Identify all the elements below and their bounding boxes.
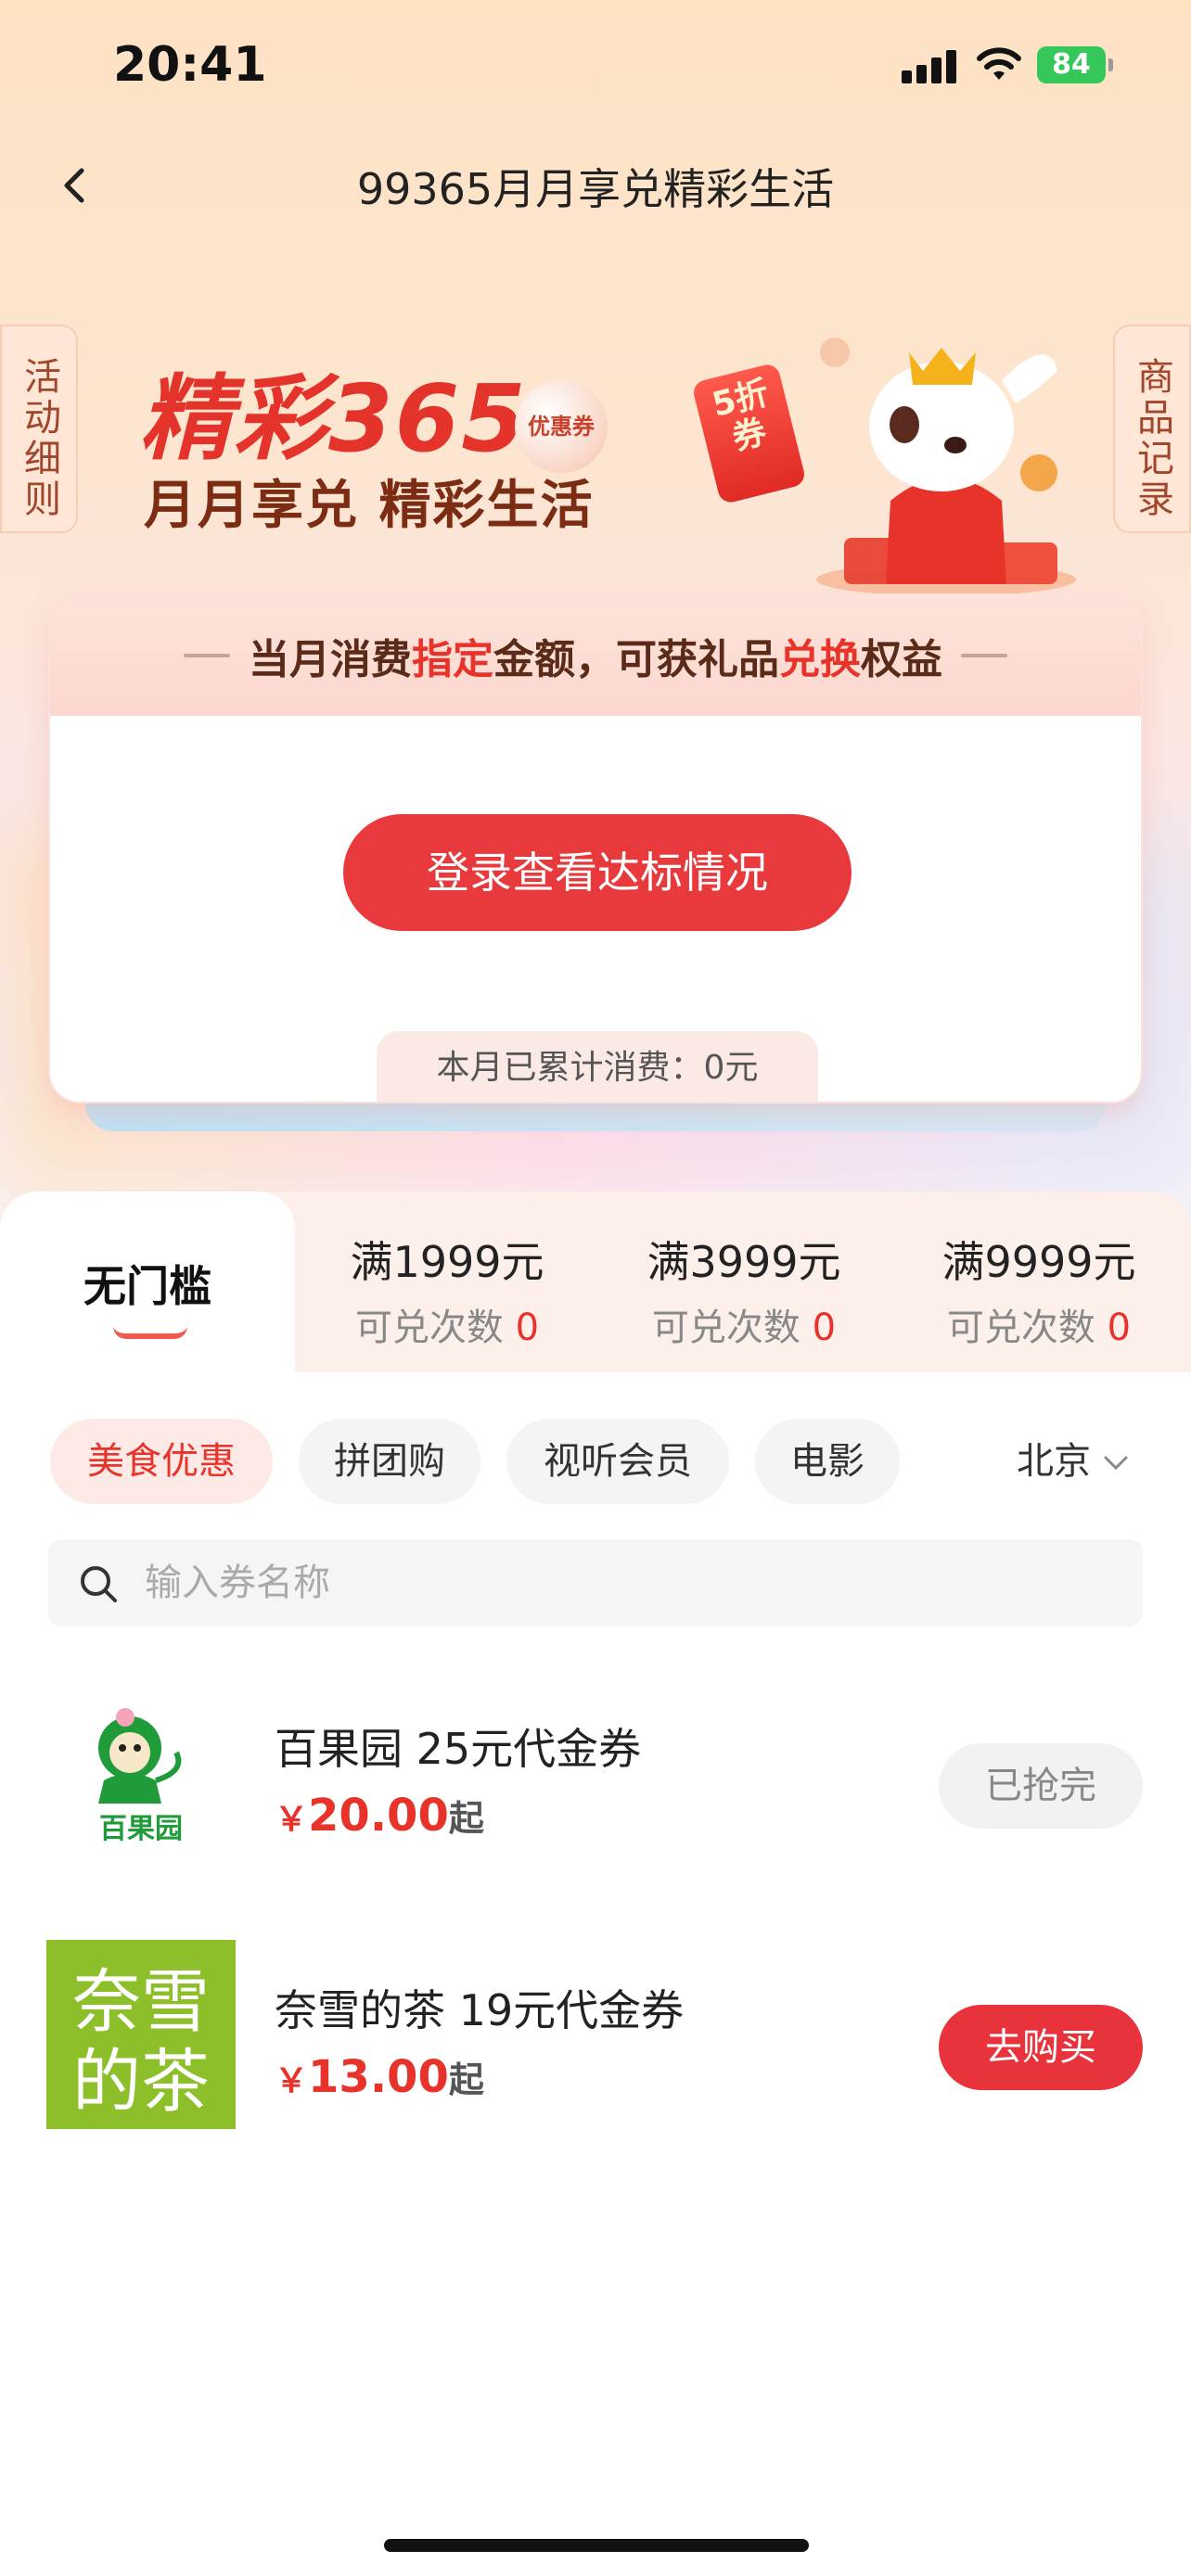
coupon-name: 百果园 25元代金券 [275, 1724, 642, 1774]
activity-rules-tab[interactable]: 活动细则 [0, 325, 78, 533]
status-time: 20:41 [113, 37, 267, 93]
tier-label: 满1999元 [350, 1237, 544, 1287]
coupon-price: ￥20.00起 [275, 1790, 484, 1842]
tier-label: 满3999元 [647, 1237, 841, 1287]
city-label: 北京 [1017, 1440, 1091, 1483]
category-chip-video-membership[interactable]: 视听会员 [506, 1419, 729, 1504]
cellular-signal-icon [902, 48, 959, 83]
tier-tab-label: 无门槛 [83, 1261, 211, 1311]
discount-coupon-tag: 5折券 [691, 362, 807, 505]
home-indicator[interactable] [384, 2539, 809, 2552]
coupon-bubble: 优惠券 [515, 380, 608, 473]
wifi-icon [977, 47, 1021, 80]
coupon-list-section: 美食优惠 拼团购 视听会员 电影 北京 百果园 百果园 25元代金券 ￥20 [0, 1372, 1191, 2576]
status-card: 当月消费指定金额，可获礼品兑换权益 登录查看达标情况 本月已累计消费：0元 [48, 593, 1143, 1103]
login-check-button[interactable]: 登录查看达标情况 [343, 814, 852, 931]
product-records-tab[interactable]: 商品记录 [1113, 325, 1191, 533]
svg-text:百果园: 百果园 [99, 1813, 183, 1845]
tier-count: 可兑次数 0 [946, 1307, 1132, 1349]
promo-banner: 精彩365 优惠券 月月享兑 精彩生活 5折券 [0, 278, 1191, 593]
chevron-down-icon [1104, 1456, 1128, 1471]
page-title: 99365月月享兑精彩生活 [356, 164, 835, 214]
coupon-item-nayuki: 奈雪 的茶 奈雪的茶 19元代金券 ￥13.00起 去购买 [0, 1940, 1191, 2153]
category-chip-movie[interactable]: 电影 [755, 1419, 900, 1504]
city-selector[interactable]: 北京 [1017, 1419, 1130, 1504]
category-chip-group-buy[interactable]: 拼团购 [299, 1419, 480, 1504]
status-bar: 20:41 84 [0, 0, 1191, 139]
tier-tab-1999[interactable]: 满1999元 可兑次数 0 [308, 1229, 586, 1351]
tier-tabs: 无门槛 满1999元 可兑次数 0 满3999元 可兑次数 0 满9999元 可… [0, 1192, 1191, 1377]
coupon-item-baiguoyuan: 百果园 百果园 25元代金券 ￥20.00起 已抢完 [0, 1678, 1191, 1892]
monthly-consumption-text: 本月已累计消费：0元 [377, 1031, 818, 1102]
tier-tab-3999[interactable]: 满3999元 可兑次数 0 [605, 1229, 883, 1351]
card-header: 当月消费指定金额，可获礼品兑换权益 [50, 595, 1141, 716]
active-tab-indicator [113, 1326, 187, 1339]
svg-text:奈雪: 奈雪 [72, 1962, 210, 2042]
svg-text:的茶: 的茶 [72, 2042, 210, 2122]
monkey-logo-icon: 百果园 [98, 1708, 183, 1845]
battery-icon: 84 [1037, 46, 1113, 83]
nayuki-logo-icon: 奈雪 的茶 [46, 1940, 236, 2129]
card-header-text: 当月消费指定金额，可获礼品兑换权益 [249, 636, 942, 683]
tier-tab-9999[interactable]: 满9999元 可兑次数 0 [900, 1229, 1178, 1351]
divider [184, 654, 230, 657]
tier-label: 满9999元 [941, 1237, 1136, 1287]
sold-out-button[interactable]: 已抢完 [939, 1743, 1143, 1829]
banner-subtitle: 月月享兑 精彩生活 [144, 476, 595, 536]
buy-button[interactable]: 去购买 [939, 2005, 1143, 2090]
coupon-price: ￥13.00起 [275, 2051, 484, 2103]
search-icon [81, 1566, 117, 1602]
divider [961, 654, 1007, 657]
baiguoyuan-logo: 百果园 [46, 1678, 236, 1868]
nav-bar: 99365月月享兑精彩生活 [0, 139, 1191, 232]
mascot-illustration [816, 338, 1076, 593]
banner-title: 精彩365 [139, 364, 528, 473]
coupon-name: 奈雪的茶 19元代金券 [275, 1985, 685, 2035]
category-chip-food[interactable]: 美食优惠 [50, 1419, 273, 1504]
tier-tab-no-threshold[interactable]: 无门槛 [0, 1192, 295, 1377]
tier-count: 可兑次数 0 [354, 1307, 540, 1349]
tier-count: 可兑次数 0 [651, 1307, 837, 1349]
nayuki-logo: 奈雪 的茶 [46, 1940, 236, 2129]
search-bar[interactable] [48, 1539, 1143, 1626]
search-input[interactable] [145, 1539, 1119, 1626]
